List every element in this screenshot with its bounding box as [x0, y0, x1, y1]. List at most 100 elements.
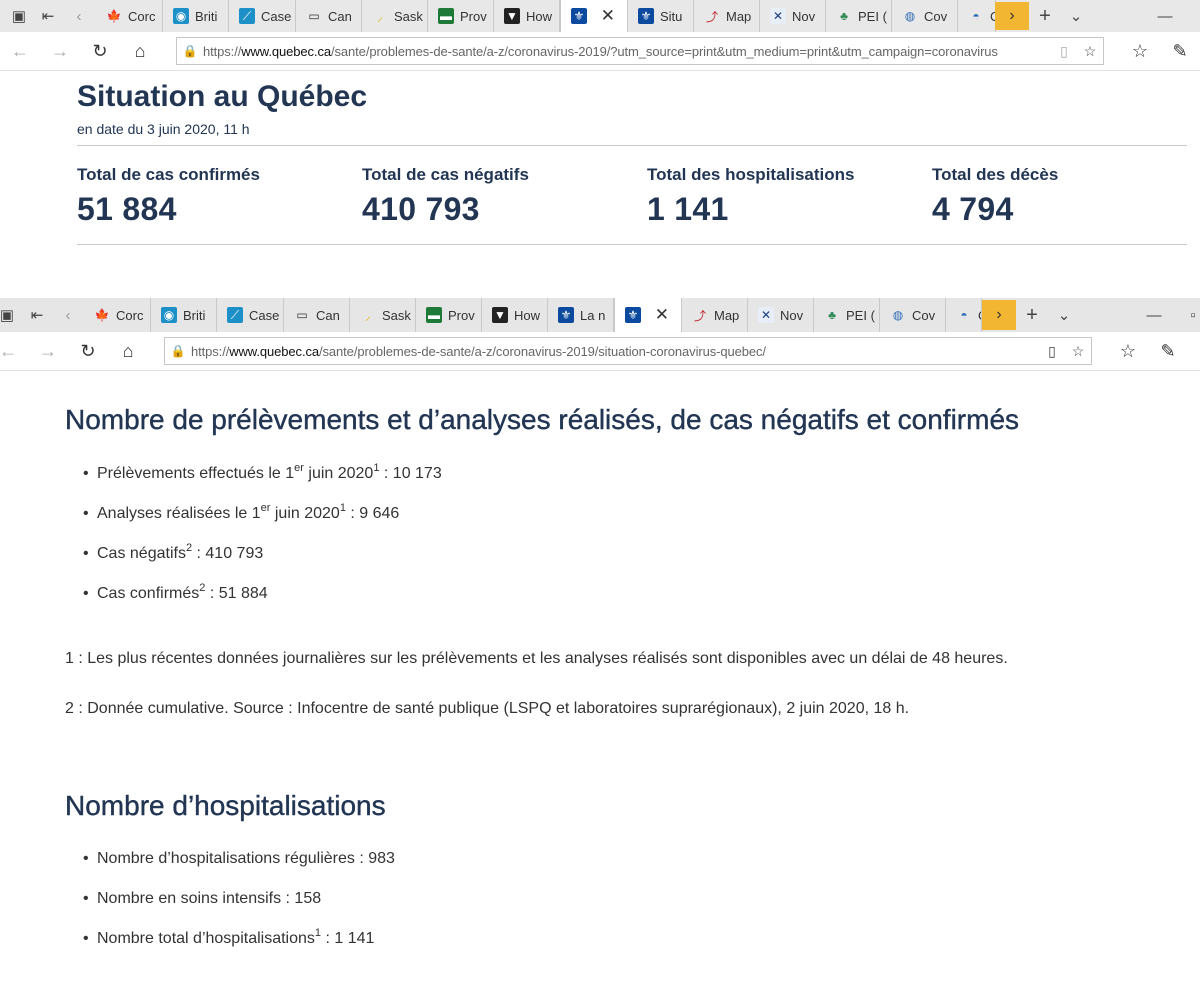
- tab-label: Can: [316, 307, 340, 323]
- tab-label: Prov: [448, 307, 475, 323]
- scroll-tabs-left-icon[interactable]: ‹: [53, 298, 83, 332]
- favorites-hub-icon[interactable]: ☆: [1122, 32, 1158, 70]
- tab-list-chevron-icon[interactable]: ⌄: [1061, 0, 1091, 32]
- hospital-list: Nombre d’hospitalisations régulières : 9…: [65, 845, 395, 965]
- tab-label: Nov: [780, 307, 804, 323]
- browser-tab[interactable]: ▼ How: [494, 0, 560, 32]
- scroll-tabs-right-icon[interactable]: ›: [995, 2, 1029, 30]
- scroll-tabs-right-icon[interactable]: ›: [982, 300, 1016, 330]
- home-icon[interactable]: ⌂: [122, 32, 158, 70]
- list-item-text: : 9 646: [345, 505, 400, 522]
- tab-label: Nov: [792, 8, 816, 24]
- minimize-icon[interactable]: —: [1150, 0, 1180, 32]
- stat-value: 1 141: [647, 191, 729, 227]
- sask-icon: ⸝: [364, 308, 371, 323]
- minimize-icon[interactable]: —: [1139, 298, 1169, 332]
- list-item: Nombre d’hospitalisations régulières : 9…: [65, 845, 395, 885]
- restore-icon[interactable]: ▫: [1178, 298, 1200, 332]
- nova-scotia-icon: ✕: [770, 8, 786, 24]
- browser-tab[interactable]: ✕ Nov: [748, 298, 814, 332]
- address-bar[interactable]: 🔒 https://www.quebec.ca/sante/problemes-…: [176, 37, 1104, 65]
- favorites-hub-icon[interactable]: ☆: [1110, 332, 1146, 370]
- list-item: Cas confirmés2 : 51 884: [65, 580, 442, 620]
- scroll-tabs-left-icon[interactable]: ‹: [64, 0, 94, 32]
- forward-icon[interactable]: →: [42, 32, 78, 70]
- back-icon[interactable]: ←: [2, 32, 38, 70]
- url-text[interactable]: https://www.quebec.ca/sante/problemes-de…: [191, 344, 1039, 359]
- browser-tab[interactable]: ◓C: [946, 298, 982, 332]
- browser-tab[interactable]: ⟋ Case: [229, 0, 296, 32]
- set-aside-tabs-icon[interactable]: ⇤: [22, 298, 52, 332]
- tab-label: How: [526, 8, 553, 24]
- tab-preview-icon[interactable]: ▣: [4, 0, 34, 32]
- browser-tab[interactable]: ⸝ Sask: [350, 298, 416, 332]
- tests-list: Prélèvements effectués le 1er juin 20201…: [65, 460, 442, 620]
- forward-icon[interactable]: →: [30, 332, 66, 370]
- browser-tab[interactable]: ▭ Can: [296, 0, 362, 32]
- notes-pen-icon[interactable]: ✎: [1162, 32, 1198, 70]
- lock-icon[interactable]: 🔒: [177, 44, 203, 58]
- close-tab-icon[interactable]: ✕: [601, 6, 615, 26]
- browser-tab[interactable]: ◉ Briti: [163, 0, 229, 32]
- stat-label: Total de cas négatifs: [362, 165, 529, 184]
- map-icon: ⤴: [693, 308, 706, 323]
- list-item-text: Nombre en soins intensifs : 158: [97, 890, 322, 907]
- pei-icon: ♣: [828, 308, 836, 322]
- browser-tab[interactable]: ⤴ Map: [682, 298, 748, 332]
- browser-tab[interactable]: ▬ Prov: [428, 0, 494, 32]
- list-item-text: Cas négatifs: [97, 545, 186, 562]
- lock-icon[interactable]: 🔒: [165, 344, 191, 358]
- tab-preview-icon[interactable]: ▣: [0, 298, 22, 332]
- browser-tab[interactable]: ◉ Briti: [151, 298, 217, 332]
- new-tab-icon[interactable]: +: [1030, 0, 1060, 32]
- list-item: Cas négatifs2 : 410 793: [65, 540, 442, 580]
- browser-tab[interactable]: ▬ Prov: [416, 298, 482, 332]
- fleur-de-lis-icon: ⚜: [571, 8, 587, 24]
- tab-list-chevron-icon[interactable]: ⌄: [1049, 298, 1079, 332]
- browser-tab[interactable]: ⚜ Situ: [628, 0, 694, 32]
- divider: [77, 145, 1187, 146]
- new-tab-icon[interactable]: +: [1017, 298, 1047, 332]
- reading-view-icon[interactable]: ▯: [1051, 43, 1077, 60]
- home-icon[interactable]: ⌂: [110, 332, 146, 370]
- reading-view-icon[interactable]: ▯: [1039, 343, 1065, 360]
- browser-tab[interactable]: ◍ Cov: [892, 0, 958, 32]
- browser-tab[interactable]: ⚜ ✕: [560, 0, 628, 32]
- browser-tab[interactable]: ▭ Can: [284, 298, 350, 332]
- browser-tab[interactable]: 🍁 Corc: [84, 298, 151, 332]
- refresh-icon[interactable]: ↻: [82, 32, 118, 70]
- browser-tab[interactable]: ♣ PEI (: [826, 0, 892, 32]
- browser-tab[interactable]: ⚜ La n: [548, 298, 614, 332]
- browser-tab[interactable]: ⚜ ✕: [614, 298, 682, 332]
- address-bar[interactable]: 🔒 https://www.quebec.ca/sante/problemes-…: [164, 337, 1092, 365]
- list-item-text: : 51 884: [205, 585, 268, 602]
- browser-tab[interactable]: 🍁 Corc: [96, 0, 163, 32]
- browser-tab[interactable]: ✕ Nov: [760, 0, 826, 32]
- browser-tab[interactable]: ◓C: [958, 0, 996, 32]
- refresh-icon[interactable]: ↻: [70, 332, 106, 370]
- close-tab-icon[interactable]: ✕: [655, 305, 669, 325]
- tab-label: Corc: [128, 8, 156, 24]
- back-icon[interactable]: ←: [0, 332, 26, 370]
- browser-tab[interactable]: ♣ PEI (: [814, 298, 880, 332]
- stat-hospitalisations: Total des hospitalisations 1 141: [647, 165, 907, 228]
- browser-tab[interactable]: ⤴ Map: [694, 0, 760, 32]
- notes-pen-icon[interactable]: ✎: [1150, 332, 1186, 370]
- tab-label: Corc: [116, 307, 144, 323]
- fleur-de-lis-icon: ⚜: [625, 307, 641, 323]
- list-item-text: : 1 141: [321, 930, 375, 947]
- nova-scotia-icon: ✕: [758, 307, 774, 323]
- stat-deaths: Total des décès 4 794: [932, 165, 1192, 228]
- green-flag-icon: ▬: [438, 8, 454, 24]
- favorite-star-icon[interactable]: ☆: [1065, 343, 1091, 360]
- browser-tab[interactable]: ▼ How: [482, 298, 548, 332]
- favorite-star-icon[interactable]: ☆: [1077, 43, 1103, 60]
- browser-tab[interactable]: ⟋ Case: [217, 298, 284, 332]
- stat-label: Total de cas confirmés: [77, 165, 260, 184]
- stat-value: 4 794: [932, 191, 1014, 227]
- set-aside-tabs-icon[interactable]: ⇤: [33, 0, 63, 32]
- browser-tab[interactable]: ⸝ Sask: [362, 0, 428, 32]
- footnote-marker: 1: [339, 501, 346, 514]
- browser-tab[interactable]: ◍ Cov: [880, 298, 946, 332]
- url-text[interactable]: https://www.quebec.ca/sante/problemes-de…: [203, 44, 1051, 59]
